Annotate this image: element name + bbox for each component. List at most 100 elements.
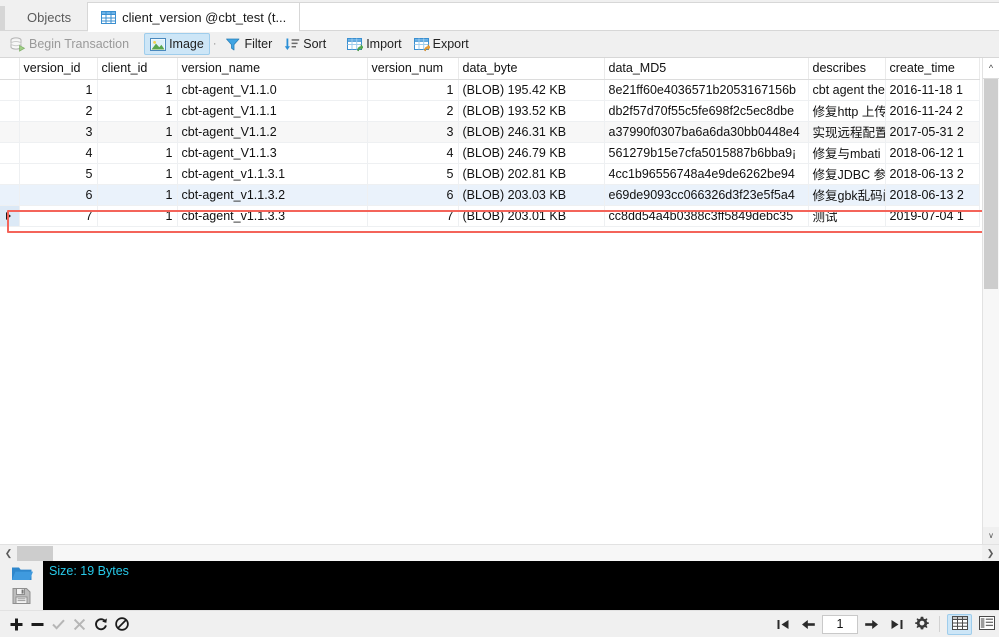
- column-header-client_id[interactable]: client_id: [97, 58, 178, 80]
- cell-data_MD5[interactable]: 4cc1b96556748a4e9de6262be94: [604, 163, 809, 185]
- grid-view-toggle[interactable]: [947, 613, 972, 635]
- next-page-button[interactable]: [859, 613, 884, 635]
- cell-version_name[interactable]: cbt-agent_v1.1.3.2: [177, 184, 368, 206]
- table-row[interactable]: 5 1 cbt-agent_v1.1.3.1 5 (BLOB) 202.81 KB 4cc…: [0, 163, 980, 185]
- table-row[interactable]: 2 1 cbt-agent_V1.1.1 2 (BLOB) 193.52 KB db2f5…: [0, 100, 980, 122]
- cell-client_id[interactable]: 1: [97, 121, 178, 143]
- cell-data_byte[interactable]: (BLOB) 193.52 KB: [458, 100, 605, 122]
- settings-gear-button[interactable]: [909, 613, 934, 635]
- stop-button[interactable]: [111, 614, 132, 635]
- cell-version_id[interactable]: 7: [19, 205, 98, 227]
- cell-describes[interactable]: 实现远程配置: [808, 121, 886, 143]
- vscroll-thumb[interactable]: [984, 79, 998, 289]
- horizontal-scrollbar[interactable]: ❮ ❯: [0, 544, 999, 561]
- form-view-toggle[interactable]: [974, 614, 999, 635]
- column-header-version_num[interactable]: version_num: [367, 58, 459, 80]
- blob-content-view[interactable]: Size: 19 Bytes: [43, 561, 999, 610]
- cell-version_num[interactable]: 2: [367, 100, 459, 122]
- cell-describes[interactable]: 修复gbk乱码问: [808, 184, 886, 206]
- cell-version_num[interactable]: 7: [367, 205, 459, 227]
- cell-version_num[interactable]: 5: [367, 163, 459, 185]
- hscroll-thumb[interactable]: [17, 545, 53, 561]
- cell-version_id[interactable]: 4: [19, 142, 98, 164]
- cell-create_time[interactable]: 2016-11-24 2: [885, 100, 980, 122]
- cancel-changes-button[interactable]: [69, 614, 90, 635]
- vscroll-track[interactable]: [983, 79, 999, 527]
- cell-data_MD5[interactable]: cc8dd54a4b0388c3ff5849debc35: [604, 205, 809, 227]
- table-row[interactable]: 1 1 cbt-agent_V1.1.0 1 (BLOB) 195.42 KB 8e21f…: [0, 79, 980, 101]
- cell-client_id[interactable]: 1: [97, 100, 178, 122]
- cell-version_name[interactable]: cbt-agent_v1.1.3.3: [177, 205, 368, 227]
- cell-version_name[interactable]: cbt-agent_V1.1.0: [177, 79, 368, 101]
- cell-version_id[interactable]: 2: [19, 100, 98, 122]
- row-selector-cell[interactable]: [0, 100, 20, 122]
- cell-version_id[interactable]: 3: [19, 121, 98, 143]
- vscroll-up-arrow[interactable]: ^: [983, 58, 999, 79]
- begin-transaction-button[interactable]: Begin Transaction: [4, 33, 135, 55]
- cell-data_byte[interactable]: (BLOB) 246.31 KB: [458, 121, 605, 143]
- cell-data_byte[interactable]: (BLOB) 203.01 KB: [458, 205, 605, 227]
- cell-data_byte[interactable]: (BLOB) 202.81 KB: [458, 163, 605, 185]
- page-number-input[interactable]: 1: [822, 614, 858, 634]
- cell-version_name[interactable]: cbt-agent_V1.1.1: [177, 100, 368, 122]
- hscroll-track[interactable]: [17, 544, 982, 561]
- cell-data_byte[interactable]: (BLOB) 203.03 KB: [458, 184, 605, 206]
- cell-version_name[interactable]: cbt-agent_V1.1.2: [177, 121, 368, 143]
- sort-button[interactable]: Sort: [278, 33, 332, 55]
- hscroll-right-arrow[interactable]: ❯: [982, 545, 999, 562]
- cell-data_MD5[interactable]: db2f57d70f55c5fe698f2c5ec8dbe: [604, 100, 809, 122]
- cell-version_id[interactable]: 1: [19, 79, 98, 101]
- cell-data_MD5[interactable]: a37990f0307ba6a6da30bb0448e4: [604, 121, 809, 143]
- cell-data_MD5[interactable]: 8e21ff60e4036571b2053167156b: [604, 79, 809, 101]
- image-dropdown-caret[interactable]: ·: [210, 38, 220, 50]
- cell-data_byte[interactable]: (BLOB) 246.79 KB: [458, 142, 605, 164]
- cell-client_id[interactable]: 1: [97, 184, 178, 206]
- cell-create_time[interactable]: 2019-07-04 1: [885, 205, 980, 227]
- cell-describes[interactable]: 修复JDBC 参数: [808, 163, 886, 185]
- cell-describes[interactable]: 修复与mbati: [808, 142, 886, 164]
- column-header-create_time[interactable]: create_time: [885, 58, 980, 80]
- cell-client_id[interactable]: 1: [97, 163, 178, 185]
- image-button[interactable]: Image: [144, 33, 210, 55]
- hscroll-left-arrow[interactable]: ❮: [0, 545, 17, 562]
- row-selector-cell[interactable]: [0, 121, 20, 143]
- cell-data_byte[interactable]: (BLOB) 195.42 KB: [458, 79, 605, 101]
- table-row[interactable]: 7 1 cbt-agent_v1.1.3.3 7 (BLOB) 203.01 KB cc8…: [0, 205, 980, 227]
- tab-objects[interactable]: Objects: [14, 4, 88, 31]
- delete-record-button[interactable]: [27, 614, 48, 635]
- export-button[interactable]: Export: [408, 33, 475, 55]
- apply-changes-button[interactable]: [48, 614, 69, 635]
- last-page-button[interactable]: [884, 613, 909, 635]
- cell-version_name[interactable]: cbt-agent_V1.1.3: [177, 142, 368, 164]
- import-button[interactable]: Import: [341, 33, 407, 55]
- cell-describes[interactable]: 测试: [808, 205, 886, 227]
- grid-viewport[interactable]: version_id client_id version_name version_n…: [0, 58, 982, 544]
- first-page-button[interactable]: [771, 613, 796, 635]
- table-row[interactable]: 4 1 cbt-agent_V1.1.3 4 (BLOB) 246.79 KB 56127…: [0, 142, 980, 164]
- row-selector-cell[interactable]: [0, 184, 20, 206]
- row-selector-cell[interactable]: [0, 205, 20, 227]
- cell-version_num[interactable]: 3: [367, 121, 459, 143]
- cell-describes[interactable]: 修复http 上传: [808, 100, 886, 122]
- prev-page-button[interactable]: [796, 613, 821, 635]
- cell-create_time[interactable]: 2018-06-13 2: [885, 184, 980, 206]
- cell-describes[interactable]: cbt agent the: [808, 79, 886, 101]
- filter-button[interactable]: Filter: [219, 33, 278, 55]
- cell-client_id[interactable]: 1: [97, 142, 178, 164]
- cell-create_time[interactable]: 2017-05-31 2: [885, 121, 980, 143]
- cell-client_id[interactable]: 1: [97, 205, 178, 227]
- vscroll-down-arrow[interactable]: ∨: [983, 527, 999, 544]
- add-record-button[interactable]: [6, 614, 27, 635]
- blob-open-button[interactable]: [9, 563, 35, 586]
- cell-data_MD5[interactable]: 561279b15e7cfa5015887b6bba9¡: [604, 142, 809, 164]
- column-header-data_MD5[interactable]: data_MD5: [604, 58, 809, 80]
- cell-version_id[interactable]: 5: [19, 163, 98, 185]
- cell-create_time[interactable]: 2018-06-12 1: [885, 142, 980, 164]
- column-header-version_id[interactable]: version_id: [19, 58, 98, 80]
- cell-version_num[interactable]: 6: [367, 184, 459, 206]
- cell-version_name[interactable]: cbt-agent_v1.1.3.1: [177, 163, 368, 185]
- cell-create_time[interactable]: 2016-11-18 1: [885, 79, 980, 101]
- cell-version_id[interactable]: 6: [19, 184, 98, 206]
- blob-save-button[interactable]: [9, 586, 35, 609]
- cell-client_id[interactable]: 1: [97, 79, 178, 101]
